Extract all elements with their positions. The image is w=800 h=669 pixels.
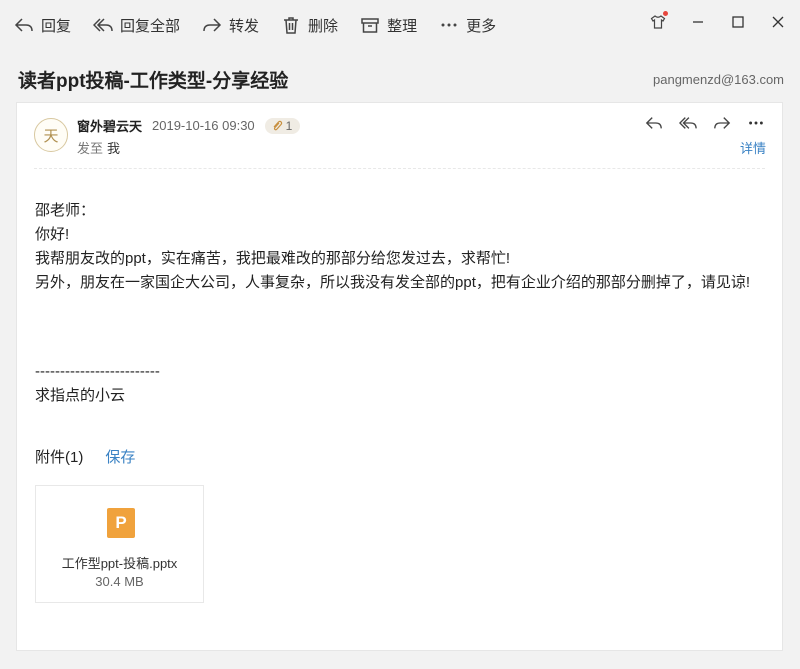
body-line: 你好! xyxy=(35,226,70,243)
organize-label: 整理 xyxy=(387,17,418,35)
maximize-icon xyxy=(732,16,744,28)
delete-label: 删除 xyxy=(308,17,339,35)
pptx-file-icon: P xyxy=(107,508,135,538)
file-name: 工作型ppt-投稿.pptx xyxy=(61,556,178,571)
delete-button[interactable]: 删除 xyxy=(281,15,338,36)
reply-all-button[interactable]: 回复全部 xyxy=(93,15,180,36)
skin-button[interactable] xyxy=(648,11,668,32)
attachments-header: 附件(1) 保存 xyxy=(35,446,135,467)
minimize-button[interactable] xyxy=(688,12,708,32)
window-controls xyxy=(648,11,788,32)
body-line: 另外，朋友在一家国企大公司，人事复杂，所以我没有发全部的ppt，把有企业介绍的那… xyxy=(35,274,751,291)
forward-icon xyxy=(714,117,731,129)
to-label: 发至 xyxy=(77,141,104,156)
card-reply-all-button[interactable] xyxy=(678,113,698,133)
paperclip-icon xyxy=(273,120,282,130)
save-attachments-link[interactable]: 保存 xyxy=(105,446,135,467)
reply-icon xyxy=(645,117,662,129)
maximize-button[interactable] xyxy=(728,12,748,32)
signature-rule: ------------------------- xyxy=(35,363,160,380)
header-divider xyxy=(34,168,765,169)
body-line: 我帮朋友改的ppt，实在痛苦，我把最难改的那部分给您发过去，求帮忙! xyxy=(35,250,511,267)
organize-button[interactable]: 整理 xyxy=(360,15,417,36)
card-more-button[interactable] xyxy=(746,113,766,133)
sender-name[interactable]: 窗外碧云天 xyxy=(77,116,142,135)
card-forward-button[interactable] xyxy=(712,113,732,133)
sender-line: 窗外碧云天 2019-10-16 09:30 1 xyxy=(77,116,301,135)
sent-time: 2019-10-16 09:30 xyxy=(152,118,255,133)
card-actions xyxy=(644,113,766,133)
forward-button[interactable]: 转发 xyxy=(202,15,259,36)
archive-icon xyxy=(361,18,379,33)
reply-all-icon xyxy=(679,117,697,129)
reply-all-icon xyxy=(93,18,113,32)
more-label: 更多 xyxy=(466,17,497,35)
minimize-icon xyxy=(693,21,703,23)
close-button[interactable] xyxy=(768,12,788,32)
attachment-file-card[interactable]: P 工作型ppt-投稿.pptx 30.4 MB xyxy=(35,485,204,603)
signature: ------------------------- 求指点的小云 xyxy=(35,360,160,408)
card-reply-button[interactable] xyxy=(644,113,664,133)
attachment-badge[interactable]: 1 xyxy=(264,117,301,134)
attachments-label: 附件(1) xyxy=(35,449,84,466)
reply-icon xyxy=(14,18,33,32)
reply-button[interactable]: 回复 xyxy=(14,15,71,36)
mail-body: 邵老师： 你好! 我帮朋友改的ppt，实在痛苦，我把最难改的那部分给您发过去，求… xyxy=(35,199,750,295)
forward-icon xyxy=(203,18,222,32)
more-dots-icon xyxy=(441,23,457,27)
details-link[interactable]: 详情 xyxy=(740,138,766,157)
recipient-name[interactable]: 我 xyxy=(107,141,120,156)
file-size: 30.4 MB xyxy=(95,574,144,589)
reply-all-label: 回复全部 xyxy=(120,17,181,35)
recipient-line: 发至我 xyxy=(77,138,120,157)
tshirt-icon xyxy=(650,15,666,29)
attachment-badge-count: 1 xyxy=(285,118,293,133)
signature-name: 求指点的小云 xyxy=(35,387,126,404)
reply-label: 回复 xyxy=(41,17,72,35)
trash-icon xyxy=(284,17,299,34)
more-dots-icon xyxy=(749,121,763,125)
mail-subject: 读者ppt投稿-工作类型-分享经验 xyxy=(18,71,289,92)
forward-label: 转发 xyxy=(229,17,260,35)
more-button[interactable]: 更多 xyxy=(439,15,496,36)
notification-dot xyxy=(663,11,668,16)
close-icon xyxy=(772,16,784,28)
mail-card: 天 窗外碧云天 2019-10-16 09:30 1 发至我 详情 邵老师： 你… xyxy=(16,102,783,651)
body-line: 邵老师： xyxy=(35,202,96,219)
avatar[interactable]: 天 xyxy=(34,118,68,152)
account-email: pangmenzd@163.com xyxy=(653,72,784,87)
